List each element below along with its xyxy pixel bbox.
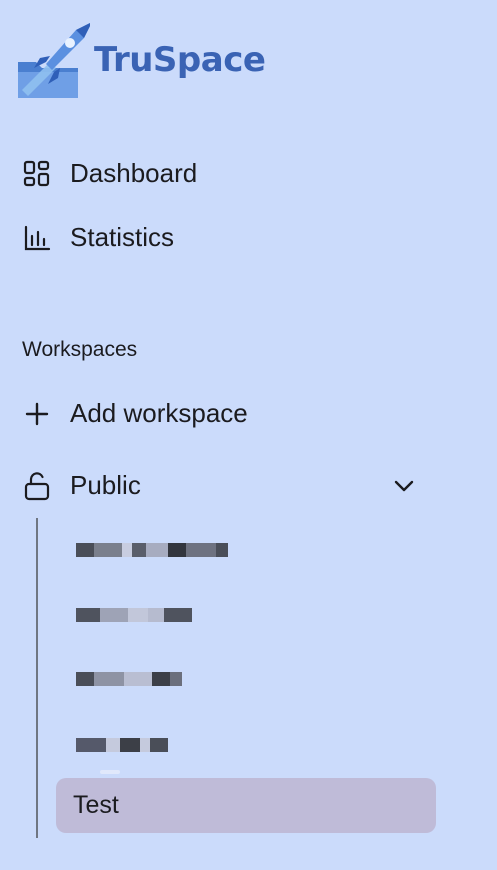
decorative-divider	[100, 770, 120, 774]
public-group-toggle[interactable]: Public	[22, 470, 141, 501]
rocket-logo-icon	[18, 23, 90, 98]
add-workspace-button[interactable]: Add workspace	[22, 398, 248, 429]
bar-chart-icon	[22, 223, 52, 253]
workspace-item-redacted[interactable]	[76, 535, 228, 565]
nav-item-label: Dashboard	[70, 158, 198, 188]
dashboard-grid-icon	[22, 159, 52, 189]
app-logo[interactable]: TruSpace	[16, 16, 266, 100]
workspace-item-redacted[interactable]	[76, 664, 182, 694]
add-workspace-label: Add workspace	[70, 398, 248, 428]
nav-item-statistics[interactable]: Statistics	[22, 222, 174, 253]
chevron-down-icon[interactable]	[390, 472, 418, 500]
workspaces-section-label: Workspaces	[22, 338, 138, 361]
workspace-item-redacted[interactable]	[76, 600, 192, 630]
nav-item-dashboard[interactable]: Dashboard	[22, 158, 197, 189]
public-group-label: Public	[70, 470, 141, 500]
workspace-item-label: Test	[73, 791, 119, 819]
nav-item-label: Statistics	[70, 222, 175, 252]
brand-name: TruSpace	[94, 40, 266, 80]
unlock-icon	[22, 471, 52, 501]
plus-icon	[22, 399, 52, 429]
workspace-item-redacted[interactable]	[76, 730, 168, 760]
workspace-item-test[interactable]: Test	[56, 778, 436, 833]
tree-connector-line	[36, 518, 38, 838]
